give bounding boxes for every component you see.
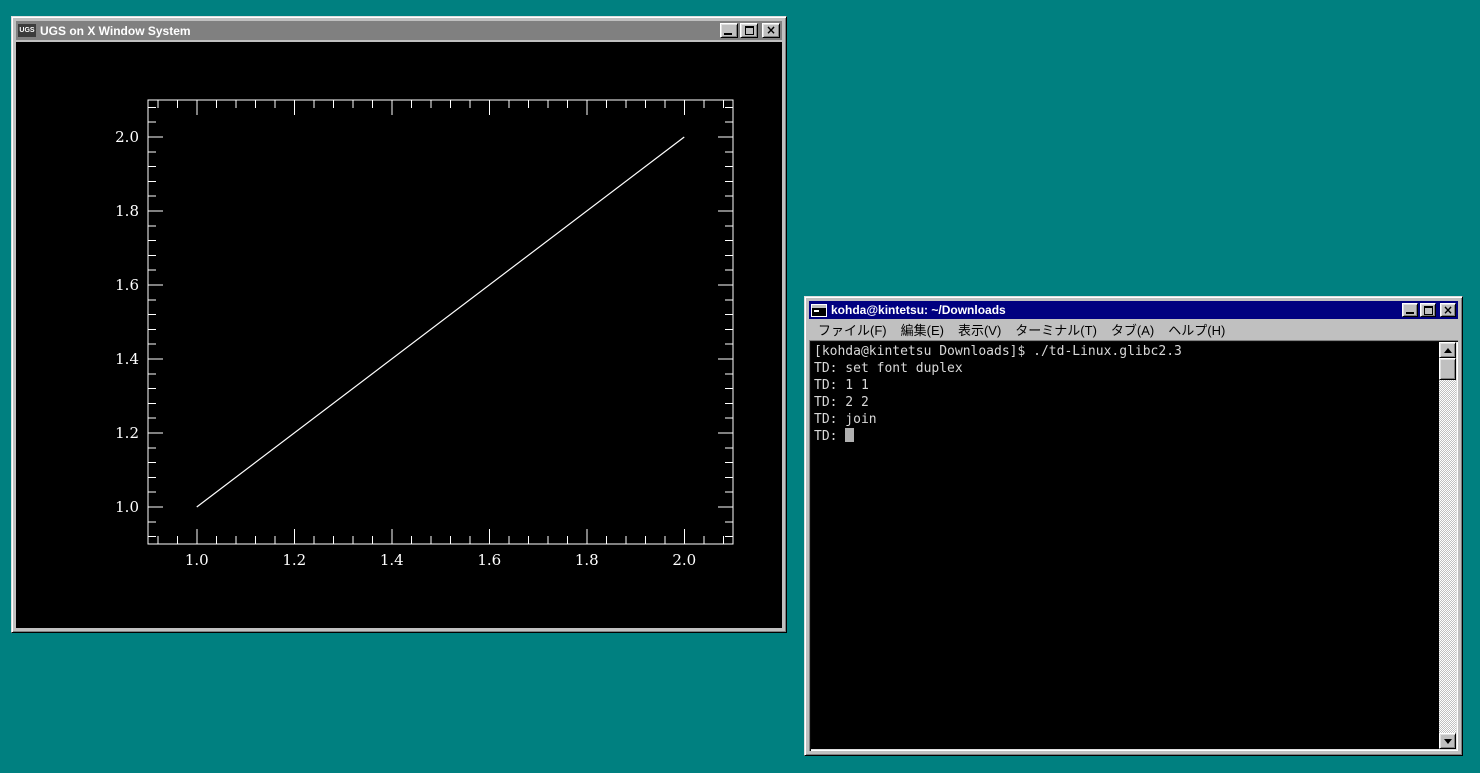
menu-item-help[interactable]: ヘルプ(H) — [1161, 319, 1232, 340]
close-button[interactable]: × — [762, 23, 780, 38]
menu-item-view[interactable]: 表示(V) — [951, 319, 1008, 340]
close-icon: × — [1443, 304, 1453, 316]
y-tick-label: 1.4 — [115, 350, 139, 368]
xy-plot: 1.0 1.2 1.4 1.6 1.8 2.0 1.0 1.2 1.4 1.6 1.8 2.0 — [16, 42, 782, 628]
ugs-window-title: UGS on X Window System — [40, 24, 720, 38]
close-button[interactable]: × — [1440, 303, 1456, 317]
minimize-icon — [724, 33, 732, 35]
y-tick-label: 2.0 — [115, 128, 139, 146]
menu-item-file[interactable]: ファイル(F) — [811, 319, 894, 340]
terminal-line: TD: 1 1 — [814, 377, 1434, 394]
x-tick-label: 1.6 — [477, 551, 501, 569]
arrow-up-icon — [1444, 348, 1452, 353]
terminal-prompt-line: TD: — [814, 428, 1434, 445]
terminal-screen[interactable]: [kohda@kintetsu Downloads]$ ./td-Linux.g… — [809, 340, 1458, 751]
x-tick-label: 1.4 — [380, 551, 404, 569]
terminal-window: kohda@kintetsu: ~/Downloads × ファイル(F) 編集… — [804, 296, 1463, 756]
terminal-line: TD: join — [814, 411, 1434, 428]
terminal-cursor — [845, 428, 854, 442]
y-tick-label: 1.0 — [115, 498, 139, 516]
y-tick-label: 1.8 — [115, 202, 139, 220]
terminal-line: TD: set font duplex — [814, 360, 1434, 377]
terminal-line: [kohda@kintetsu Downloads]$ ./td-Linux.g… — [814, 343, 1434, 360]
ugs-titlebar[interactable]: UGS UGS on X Window System × — [16, 21, 782, 40]
minimize-icon — [1406, 312, 1414, 314]
minimize-button[interactable] — [1402, 303, 1418, 317]
plot-line — [197, 137, 685, 507]
ugs-window-controls: × — [720, 23, 780, 38]
terminal-window-controls: × — [1402, 303, 1456, 317]
x-tick-label: 2.0 — [672, 551, 696, 569]
terminal-app-icon[interactable] — [811, 304, 827, 317]
scroll-up-button[interactable] — [1439, 342, 1456, 358]
terminal-window-title: kohda@kintetsu: ~/Downloads — [831, 303, 1402, 317]
ugs-app-icon[interactable]: UGS — [18, 24, 36, 37]
y-tick-label: 1.2 — [115, 424, 139, 442]
x-tick-label: 1.8 — [575, 551, 599, 569]
y-tick-label: 1.6 — [115, 276, 139, 294]
maximize-button[interactable] — [740, 23, 758, 38]
maximize-icon — [745, 26, 754, 35]
close-icon: × — [766, 24, 776, 36]
menu-item-terminal[interactable]: ターミナル(T) — [1008, 319, 1104, 340]
scrollbar-thumb[interactable] — [1439, 358, 1456, 380]
plot-canvas: 1.0 1.2 1.4 1.6 1.8 2.0 1.0 1.2 1.4 1.6 1.8 2.0 — [16, 42, 782, 628]
scrollbar[interactable] — [1439, 342, 1456, 749]
arrow-down-icon — [1444, 739, 1452, 744]
ugs-window: UGS UGS on X Window System × 1.01.21.41.… — [11, 16, 787, 633]
scroll-down-button[interactable] — [1439, 733, 1456, 749]
terminal-menubar: ファイル(F) 編集(E) 表示(V) ターミナル(T) タブ(A) ヘルプ(H… — [809, 319, 1458, 340]
maximize-button[interactable] — [1420, 303, 1436, 317]
x-tick-label: 1.0 — [185, 551, 209, 569]
desktop: { "desktop": { "background_color": "#008… — [0, 0, 1480, 773]
menu-item-edit[interactable]: 編集(E) — [894, 319, 951, 340]
menu-item-tabs[interactable]: タブ(A) — [1104, 319, 1161, 340]
maximize-icon — [1424, 306, 1433, 315]
terminal-line: TD: 2 2 — [814, 394, 1434, 411]
terminal-titlebar[interactable]: kohda@kintetsu: ~/Downloads × — [809, 301, 1458, 319]
x-tick-label: 1.2 — [282, 551, 306, 569]
minimize-button[interactable] — [720, 23, 738, 38]
